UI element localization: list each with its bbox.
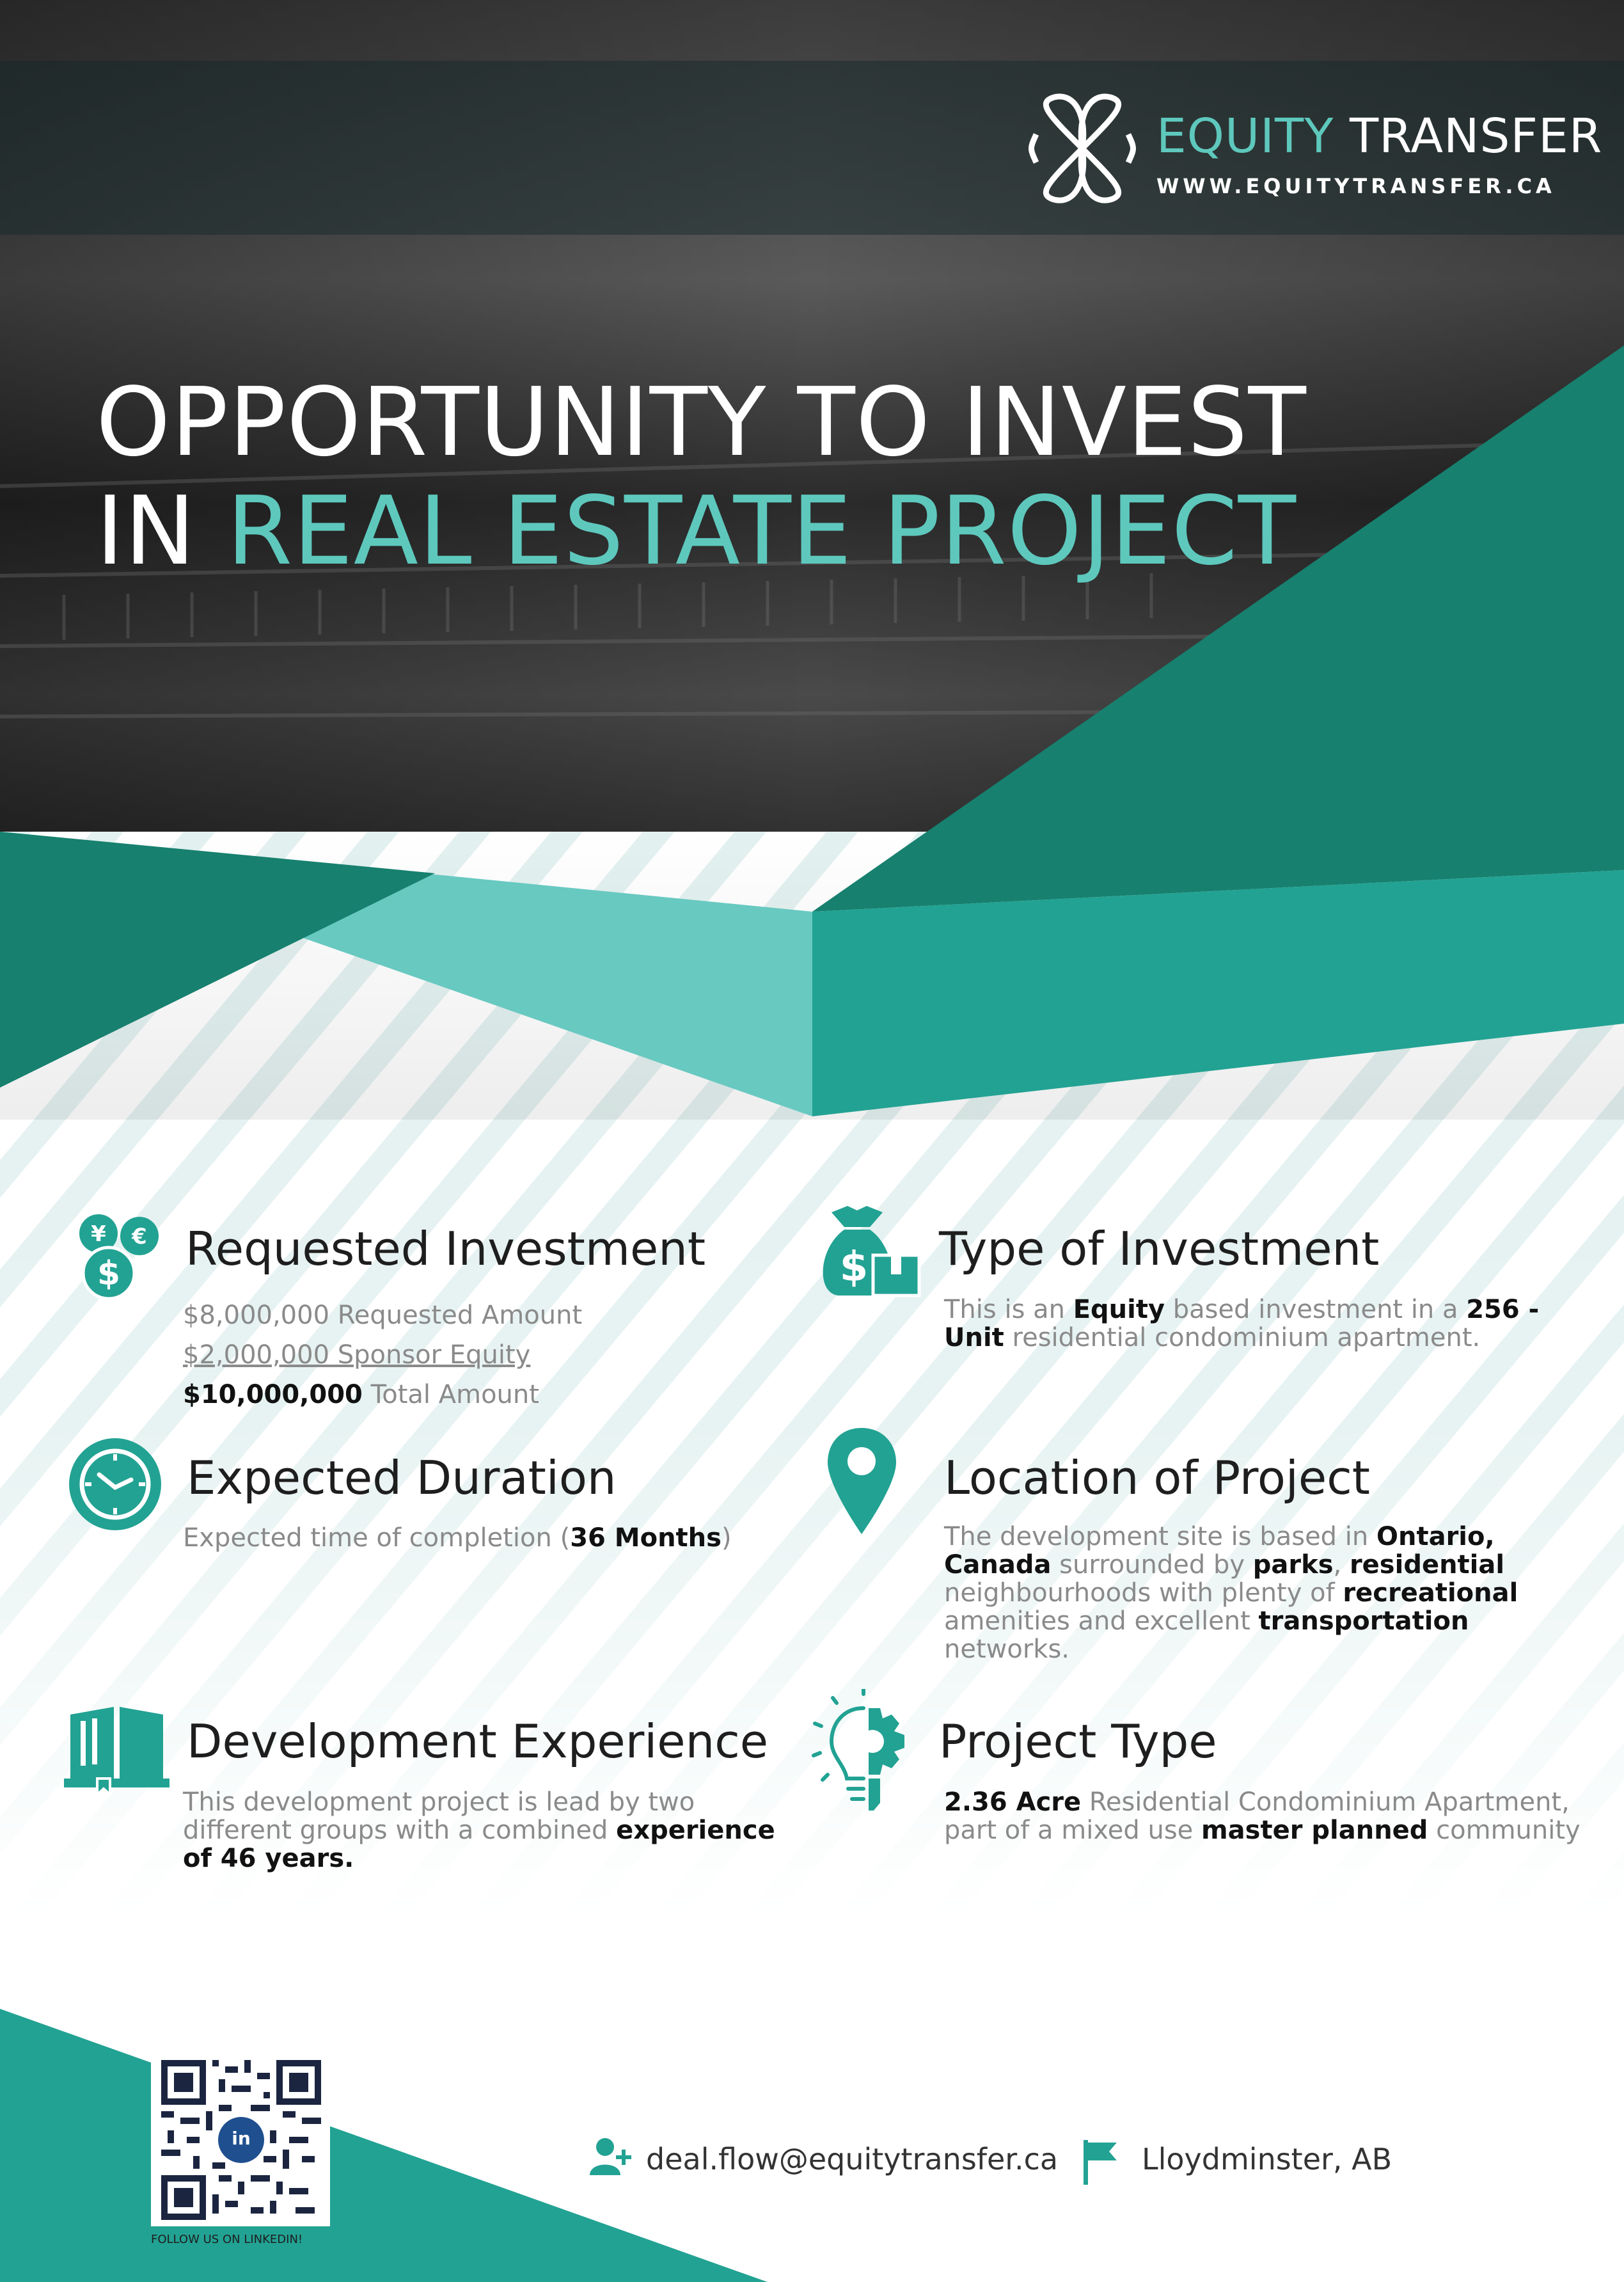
- total-amount-line: $10,000,000 Total Amount: [183, 1375, 759, 1414]
- expected-duration-body: Expected time of completion (36 Months): [183, 1524, 823, 1552]
- text-segment: The development site is based in: [944, 1522, 1376, 1551]
- text-segment: Expected time of completion (: [183, 1523, 571, 1553]
- location-body: The development site is based in Ontario…: [944, 1523, 1577, 1663]
- flag-icon: [1084, 2140, 1117, 2185]
- headline-line1: OPPORTUNITY TO INVEST: [96, 367, 1307, 477]
- svg-text:¥: ¥: [91, 1221, 106, 1247]
- text-segment: based investment in a: [1165, 1295, 1467, 1324]
- text-bold-segment: 2.36 Acre: [944, 1787, 1082, 1817]
- clock-icon: [69, 1438, 161, 1530]
- money-bag-icon: $: [823, 1206, 921, 1297]
- location-pin-icon: [828, 1428, 896, 1534]
- text-bold-segment: parks: [1252, 1550, 1334, 1580]
- location-title: Location of Project: [944, 1451, 1371, 1505]
- svg-text:$: $: [97, 1255, 120, 1293]
- headline: OPPORTUNITY TO INVEST IN REAL ESTATE PRO…: [96, 368, 1307, 585]
- text-bold-segment: Equity: [1073, 1295, 1165, 1324]
- brand-name-part2: TRANSFER: [1349, 109, 1603, 164]
- text-segment: This is an: [944, 1295, 1073, 1324]
- svg-text:€: €: [131, 1224, 147, 1249]
- brand-name-part1: EQUITY: [1156, 109, 1334, 164]
- text-bold-segment: transportation: [1258, 1606, 1469, 1636]
- add-user-icon: [590, 2138, 631, 2175]
- development-experience-body: This development project is lead by two …: [183, 1788, 810, 1873]
- text-segment: neighbourhoods with plenty of: [944, 1578, 1343, 1608]
- text-bold-segment: master planned: [1201, 1816, 1428, 1845]
- brand-name: EQUITY TRANSFER: [1156, 109, 1602, 164]
- svg-text:$: $: [840, 1244, 869, 1291]
- development-experience-title: Development Experience: [187, 1715, 769, 1768]
- text-segment: residential condominium apartment.: [1004, 1323, 1481, 1352]
- requested-investment-title: Requested Investment: [185, 1222, 706, 1276]
- text-segment: community: [1428, 1816, 1581, 1845]
- requested-investment-body: $8,000,000 Requested Amount $2,000,000 S…: [183, 1296, 759, 1414]
- text-segment: networks.: [944, 1635, 1069, 1664]
- type-of-investment-title: Type of Investment: [939, 1222, 1380, 1276]
- sponsor-equity-line: $2,000,000 Sponsor Equity: [183, 1340, 531, 1370]
- expected-duration-title: Expected Duration: [187, 1451, 617, 1505]
- total-amount-value: $10,000,000: [183, 1380, 363, 1409]
- text-bold-segment: residential: [1349, 1550, 1505, 1580]
- equity-transfer-logo-icon: [1029, 93, 1136, 203]
- requested-amount-line: $8,000,000 Requested Amount: [183, 1301, 583, 1330]
- text-bold-segment: recreational: [1343, 1578, 1518, 1608]
- book-icon: [64, 1707, 169, 1795]
- project-type-body: 2.36 Acre Residential Condominium Apartm…: [944, 1788, 1584, 1844]
- contact-email[interactable]: deal.flow@equitytransfer.ca: [646, 2142, 1058, 2176]
- type-of-investment-body: This is an Equity based investment in a …: [944, 1296, 1571, 1352]
- headline-line2-accent: REAL ESTATE PROJECT: [226, 476, 1297, 586]
- text-bold-segment: 36 Months: [570, 1523, 721, 1553]
- linkedin-badge-icon: in: [232, 2128, 251, 2149]
- text-segment: surrounded by: [1051, 1550, 1253, 1580]
- footer-location: Lloydminster, AB: [1142, 2142, 1392, 2176]
- headline-line2-prefix: IN: [96, 476, 196, 586]
- headline-line2: IN REAL ESTATE PROJECT: [96, 477, 1307, 585]
- follow-linkedin-label: FOLLOW US ON LINKEDIN!: [151, 2233, 303, 2246]
- project-type-title: Project Type: [939, 1715, 1217, 1768]
- text-segment: ,: [1333, 1550, 1350, 1580]
- text-segment: ): [721, 1523, 732, 1553]
- brand-url[interactable]: WWW.EQUITYTRANSFER.CA: [1156, 174, 1556, 198]
- lightbulb-gear-icon: [812, 1689, 904, 1811]
- currency-coins-icon: ¥ € $: [79, 1214, 159, 1301]
- text-segment: amenities and excellent: [944, 1606, 1259, 1636]
- total-amount-label: Total Amount: [362, 1380, 539, 1409]
